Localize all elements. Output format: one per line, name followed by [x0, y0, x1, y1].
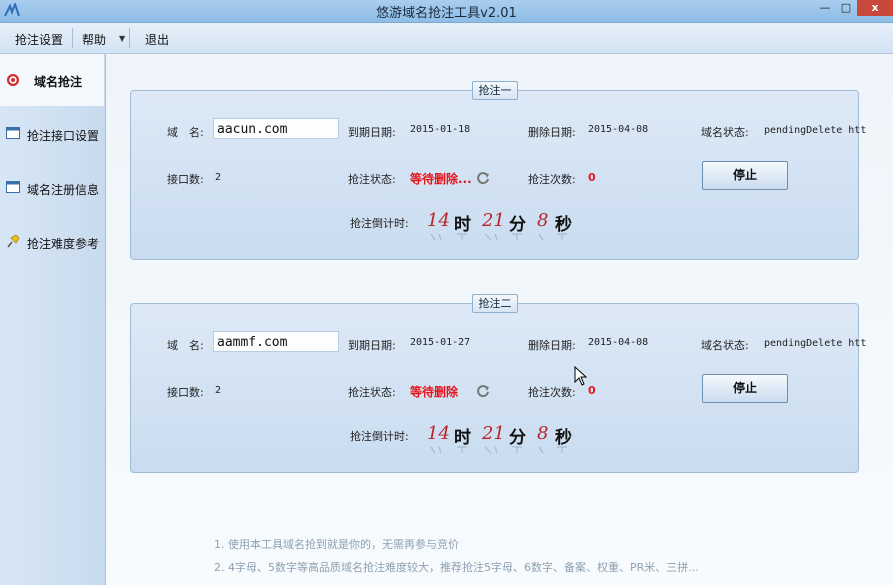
window-icon	[6, 127, 20, 139]
countdown-hours: 14	[427, 210, 450, 231]
countdown: 14 时 21 分 8 秒	[427, 423, 587, 448]
menu-help[interactable]: 帮助	[82, 31, 106, 48]
sidebar-item-api-settings[interactable]: 抢注接口设置	[0, 108, 104, 160]
ports-label: 接口数:	[167, 173, 204, 186]
menu-bar: 抢注设置 帮助 ▼ 退出	[0, 23, 893, 54]
ports-value: 2	[215, 385, 222, 396]
countdown-seconds: 8	[537, 210, 549, 231]
delete-date-value: 2015-04-08	[588, 337, 649, 348]
countdown-label: 抢注倒计时:	[350, 217, 409, 230]
ports-label: 接口数:	[167, 386, 204, 399]
grab-status-label: 抢注状态:	[348, 173, 396, 186]
sidebar-item-label: 域名注册信息	[27, 183, 100, 197]
attempts-value: 0	[588, 384, 596, 397]
refresh-icon	[477, 385, 489, 398]
expire-date-label: 到期日期:	[348, 126, 396, 139]
grab-status-label: 抢注状态:	[348, 386, 396, 399]
menu-exit[interactable]: 退出	[145, 31, 169, 48]
close-button[interactable]: x	[857, 0, 893, 16]
tip-line-1: 1. 使用本工具域名抢到就是你的，无需再参与竞价	[214, 538, 459, 551]
main-content: 抢注一 域 名: aacun.com 到期日期: 2015-01-18 删除日期…	[106, 54, 893, 585]
domain-state-value: pendingDelete htt	[764, 125, 867, 136]
domain-state-value: pendingDelete htt	[764, 338, 867, 349]
countdown-seconds: 8	[537, 423, 549, 444]
attempts-value: 0	[588, 171, 596, 184]
domain-label: 域 名:	[167, 126, 204, 139]
countdown-reflection	[430, 233, 567, 241]
window-icon	[6, 181, 20, 193]
ports-value: 2	[215, 172, 222, 183]
target-icon	[7, 74, 19, 86]
menu-grab-settings[interactable]: 抢注设置	[15, 31, 63, 48]
attempts-label: 抢注次数:	[528, 173, 576, 186]
delete-date-label: 删除日期:	[528, 126, 576, 139]
sidebar-item-domain-grab[interactable]: 域名抢注	[0, 54, 104, 106]
delete-date-value: 2015-04-08	[588, 124, 649, 135]
stop-button[interactable]: 停止	[702, 161, 788, 190]
pin-icon	[7, 234, 20, 248]
sidebar: 域名抢注 抢注接口设置 域名注册信息 抢注难度参考	[0, 54, 106, 585]
domain-state-label: 域名状态:	[701, 126, 749, 139]
menu-separator	[129, 28, 130, 48]
expire-date-label: 到期日期:	[348, 339, 396, 352]
grab-panel-2: 抢注二 域 名: aammf.com 到期日期: 2015-01-27 删除日期…	[130, 294, 866, 473]
sidebar-item-label: 域名抢注	[34, 75, 83, 89]
domain-state-label: 域名状态:	[701, 339, 749, 352]
tip-line-2: 2. 4字母、5数字等高品质域名抢注难度较大，推荐抢注5字母、6数字、备案、权重…	[214, 561, 699, 574]
countdown-hours: 14	[427, 423, 450, 444]
window-title: 悠游域名抢注工具v2.01	[376, 6, 517, 21]
stop-button[interactable]: 停止	[702, 374, 788, 403]
countdown-minutes: 21	[482, 423, 505, 444]
mouse-cursor-icon	[574, 366, 588, 386]
grab-status-value: 等待删除	[410, 385, 459, 399]
sidebar-item-label: 抢注接口设置	[27, 129, 100, 143]
attempts-label: 抢注次数:	[528, 386, 576, 399]
chevron-down-icon[interactable]: ▼	[119, 34, 125, 43]
countdown-minutes: 21	[482, 210, 505, 231]
title-bar: 悠游域名抢注工具v2.01 — □ x	[0, 0, 893, 23]
maximize-button[interactable]: □	[836, 0, 856, 16]
refresh-icon	[477, 172, 489, 185]
countdown-label: 抢注倒计时:	[350, 430, 409, 443]
grab-status-value: 等待删除...	[410, 172, 472, 186]
sidebar-item-difficulty-ref[interactable]: 抢注难度参考	[0, 216, 104, 268]
menu-separator	[72, 28, 73, 48]
panel-title: 抢注一	[472, 81, 518, 100]
expire-date-value: 2015-01-27	[410, 337, 471, 348]
delete-date-label: 删除日期:	[528, 339, 576, 352]
domain-input[interactable]: aammf.com	[213, 331, 339, 352]
domain-input[interactable]: aacun.com	[213, 118, 339, 139]
expire-date-value: 2015-01-18	[410, 124, 471, 135]
sidebar-item-label: 抢注难度参考	[27, 237, 100, 251]
minimize-button[interactable]: —	[815, 0, 835, 16]
grab-panel-1: 抢注一 域 名: aacun.com 到期日期: 2015-01-18 删除日期…	[130, 81, 866, 260]
domain-label: 域 名:	[167, 339, 204, 352]
countdown: 14 时 21 分 8 秒	[427, 210, 587, 235]
panel-title: 抢注二	[472, 294, 518, 313]
countdown-reflection	[430, 446, 567, 454]
sidebar-item-register-info[interactable]: 域名注册信息	[0, 162, 104, 214]
